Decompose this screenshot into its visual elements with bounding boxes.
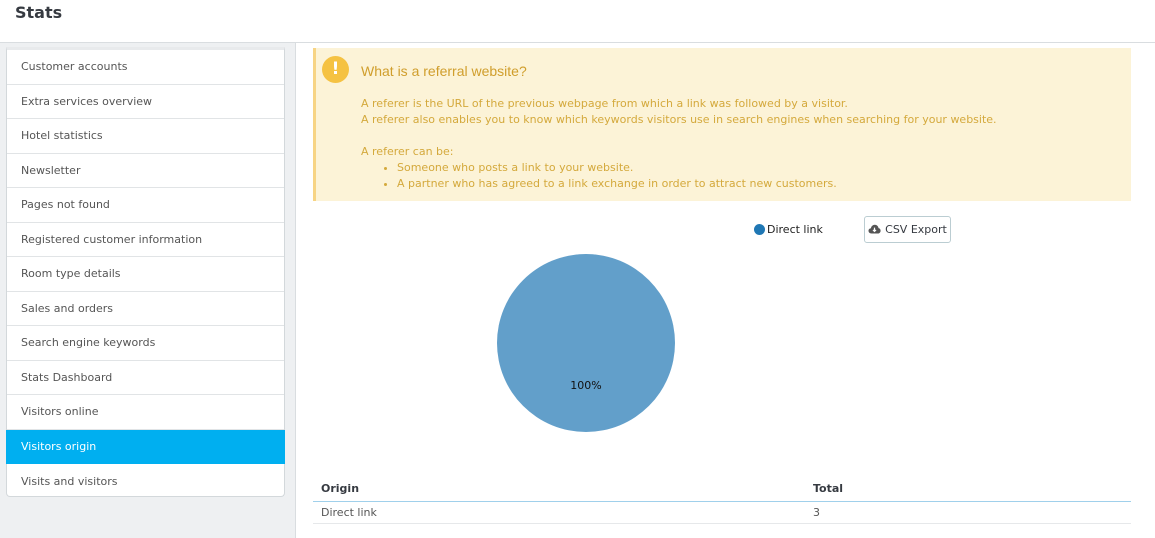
main-panel: ! What is a referral website? A referer … — [295, 43, 1155, 538]
sidebar-item-extra-services-overview[interactable]: Extra services overview — [7, 85, 284, 119]
column-header-origin: Origin — [321, 482, 360, 495]
table-row: Direct link 3 — [313, 502, 1131, 524]
alert-list-item: Someone who posts a link to your website… — [397, 160, 997, 176]
sidebar-item-visits-and-visitors[interactable]: Visits and visitors — [7, 464, 284, 499]
chart-legend[interactable]: Direct link — [754, 223, 823, 236]
sidebar-item-newsletter[interactable]: Newsletter — [7, 154, 284, 188]
cloud-download-icon — [868, 224, 881, 235]
alert-list: Someone who posts a link to your website… — [397, 160, 997, 192]
cell-origin: Direct link — [321, 506, 377, 519]
pie-chart: 100% — [497, 254, 675, 432]
alert-line: A referer is the URL of the previous web… — [361, 97, 848, 110]
sidebar-item-stats-dashboard[interactable]: Stats Dashboard — [7, 361, 284, 395]
top-bar: Stats — [0, 0, 1155, 43]
sidebar-item-visitors-origin[interactable]: Visitors origin — [6, 429, 285, 464]
legend-marker — [754, 224, 765, 235]
table-header-row: Origin Total — [313, 476, 1131, 502]
alert-line: A referer can be: — [361, 145, 454, 158]
sidebar-item-room-type-details[interactable]: Room type details — [7, 257, 284, 292]
cell-total: 3 — [813, 506, 820, 519]
origin-table: Origin Total Direct link 3 — [313, 476, 1131, 524]
alert-list-item: A partner who has agreed to a link excha… — [397, 176, 997, 192]
sidebar-item-visitors-online[interactable]: Visitors online — [7, 395, 284, 430]
legend-label: Direct link — [767, 223, 823, 236]
alert-body: A referer is the URL of the previous web… — [361, 96, 997, 192]
csv-export-label: CSV Export — [885, 223, 947, 236]
csv-export-button[interactable]: CSV Export — [864, 216, 951, 243]
sidebar-item-registered-customer-information[interactable]: Registered customer information — [7, 223, 284, 257]
sidebar-item-hotel-statistics[interactable]: Hotel statistics — [7, 119, 284, 154]
sidebar-item-sales-and-orders[interactable]: Sales and orders — [7, 292, 284, 326]
stats-module-list: Customer accounts Extra services overvie… — [6, 47, 285, 497]
info-alert: ! What is a referral website? A referer … — [313, 48, 1131, 201]
column-header-total: Total — [813, 482, 844, 495]
sidebar-item-customer-accounts[interactable]: Customer accounts — [7, 50, 284, 85]
pie-slice[interactable] — [497, 254, 675, 432]
exclamation-icon: ! — [322, 56, 349, 83]
pie-slice-label: 100% — [570, 379, 601, 392]
alert-line: A referer also enables you to know which… — [361, 113, 997, 126]
alert-title: What is a referral website? — [361, 63, 527, 79]
sidebar-item-pages-not-found[interactable]: Pages not found — [7, 188, 284, 223]
page-title: Stats — [15, 3, 63, 22]
sidebar-item-search-engine-keywords[interactable]: Search engine keywords — [7, 326, 284, 361]
